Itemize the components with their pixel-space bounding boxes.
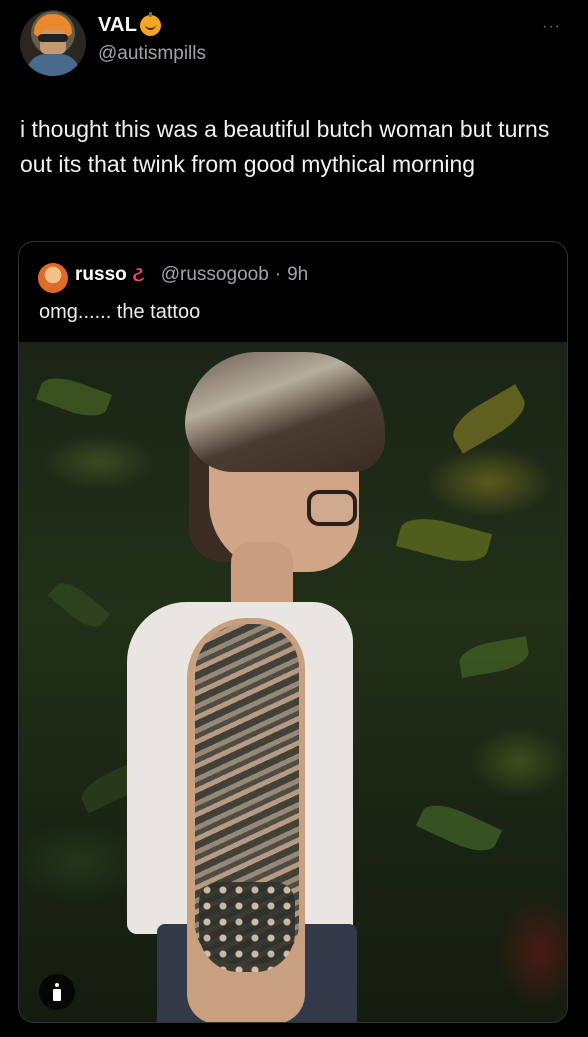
quoted-timestamp[interactable]: 9h bbox=[287, 264, 308, 286]
author-avatar[interactable] bbox=[20, 10, 86, 76]
foliage-leaf bbox=[35, 370, 113, 424]
tweet-text: i thought this was a beautiful butch wom… bbox=[20, 116, 550, 177]
avatar-body bbox=[26, 54, 80, 76]
quoted-author-handle[interactable]: @russogoob bbox=[161, 264, 269, 286]
hair bbox=[185, 352, 385, 472]
quoted-tweet[interactable]: russo ટ @russogoob · 9h omg...... the ta… bbox=[18, 241, 568, 1023]
person-icon[interactable] bbox=[39, 974, 75, 1010]
author-handle[interactable]: @autismpills bbox=[98, 43, 206, 65]
foliage-leaf bbox=[395, 510, 493, 570]
foliage-leaf bbox=[445, 384, 533, 454]
quoted-author-name[interactable]: russo bbox=[75, 264, 127, 286]
avatar-goggles bbox=[38, 34, 68, 42]
person-icon-body bbox=[53, 989, 61, 1001]
quoted-author-avatar[interactable] bbox=[38, 263, 68, 293]
pumpkin-icon bbox=[140, 12, 162, 36]
foliage-leaf bbox=[47, 575, 111, 635]
more-options-icon[interactable]: ··· bbox=[542, 18, 561, 36]
tweet-header: VAL @autismpills ··· bbox=[0, 0, 588, 88]
person-icon-head bbox=[55, 983, 59, 987]
tattoo-spotted-leaf bbox=[199, 882, 295, 972]
quoted-tweet-text: omg...... the tattoo bbox=[39, 301, 201, 323]
foliage-leaf bbox=[456, 636, 532, 678]
author-display-name[interactable]: VAL bbox=[98, 14, 137, 37]
glasses bbox=[307, 490, 357, 526]
quoted-author-row: russo ટ @russogoob · 9h bbox=[75, 264, 308, 286]
author-name-row[interactable]: VAL bbox=[98, 12, 162, 37]
quoted-photo[interactable] bbox=[19, 342, 567, 1022]
foliage-leaf bbox=[415, 796, 503, 860]
separator-dot: · bbox=[274, 264, 282, 285]
worm-icon: ટ bbox=[132, 264, 145, 286]
